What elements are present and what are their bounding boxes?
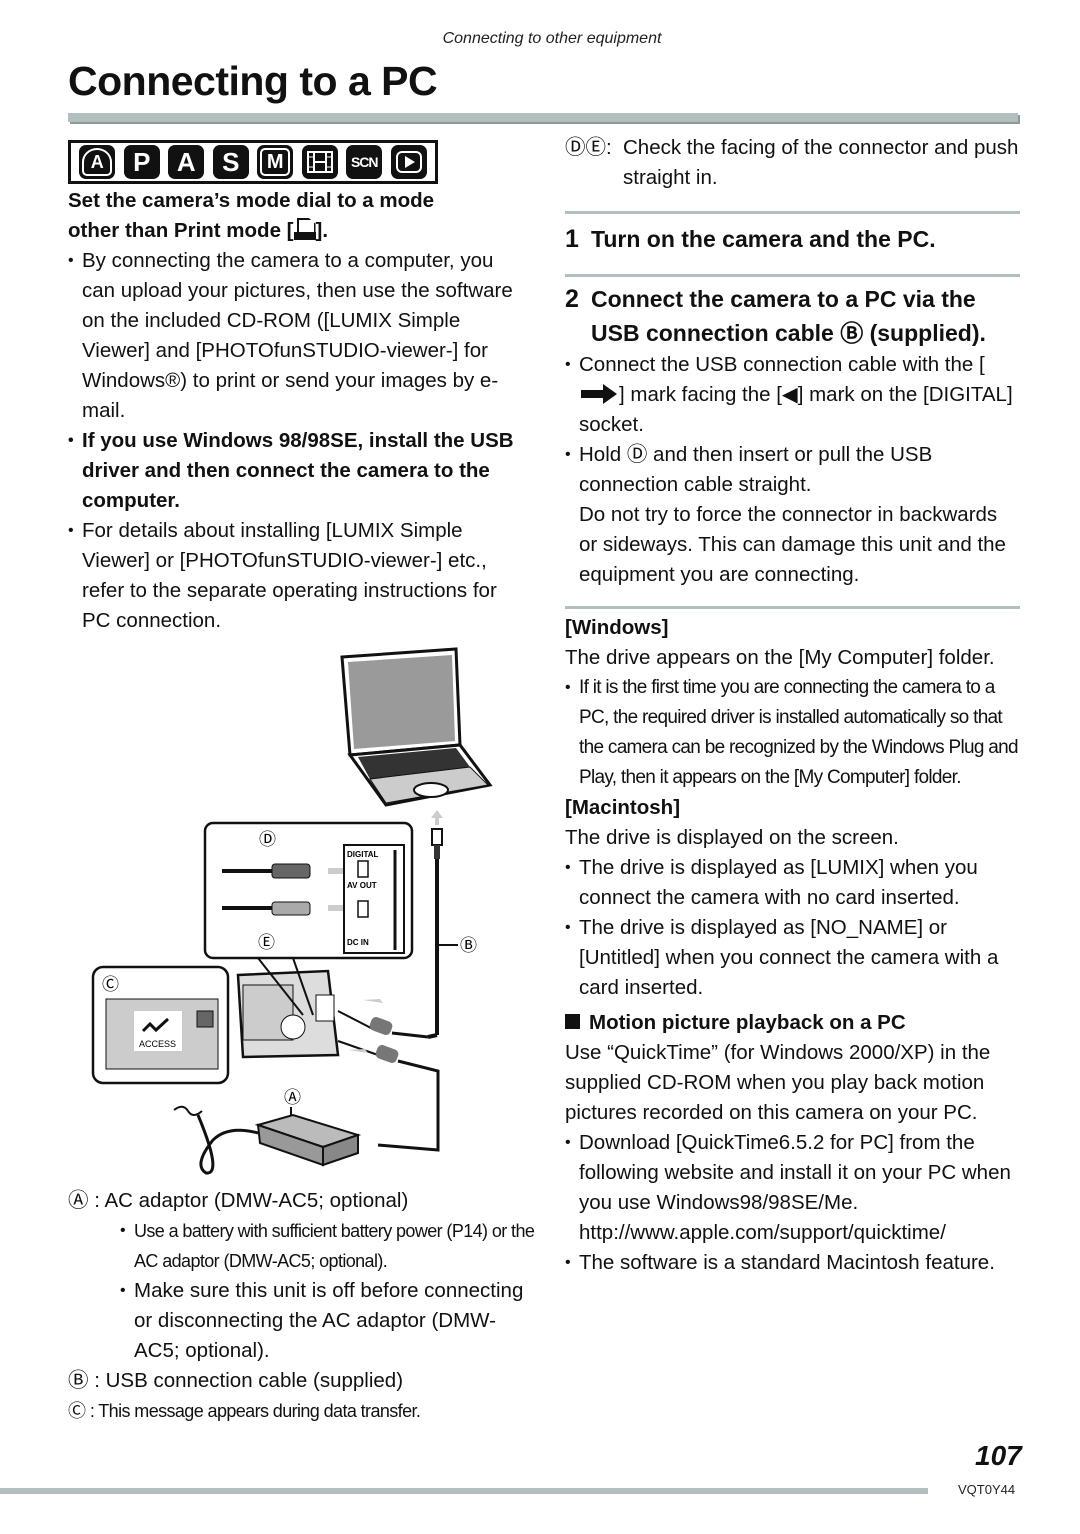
heading-line-2-pre: other than Print mode [ — [68, 219, 294, 242]
motion-text: Use “QuickTime” (for Windows 2000/XP) in… — [565, 1041, 991, 1124]
legend-label-c: Ⓒ — [68, 1401, 86, 1421]
quicktime-url: http://www.apple.com/support/quicktime/ — [579, 1221, 946, 1244]
program-mode-icon: P — [123, 145, 160, 179]
heading-line-1: Set the camera’s mode dial to a mode — [68, 189, 435, 212]
de-note: ⒹⒺ: Check the facing of the connector an… — [565, 133, 1020, 193]
print-mode-icon — [293, 218, 316, 240]
ac-power-symbol — [173, 1105, 203, 1116]
macintosh-text: The drive is displayed on the screen. — [565, 826, 899, 849]
laptop-illustration — [340, 647, 493, 807]
motion-picture-mode-icon — [301, 145, 338, 179]
legend-item-c: Ⓒ : This message appears during data tra… — [68, 1396, 538, 1426]
arrow-mark-icon — [581, 384, 617, 404]
socket-label-dc-in: DC IN — [347, 938, 369, 947]
left-column: Set the camera’s mode dial to a mode oth… — [68, 186, 528, 636]
document-code: VQT0Y44 — [958, 1482, 1016, 1497]
step-number: 1 — [565, 225, 579, 253]
intelligent-auto-mode-icon: A — [79, 145, 116, 179]
callout-b: Ⓑ — [460, 936, 477, 955]
manual-mode-icon: M — [257, 145, 294, 179]
right-column: ⒹⒺ: Check the facing of the connector an… — [565, 133, 1020, 1278]
list-item: Use a battery with sufficient battery po… — [120, 1216, 538, 1276]
bullet-text-pre: Connect the USB connection cable with th… — [579, 353, 985, 376]
running-head: Connecting to other equipment — [442, 30, 662, 47]
socket-label-av-out: AV OUT — [347, 881, 377, 890]
windows-text: The drive appears on the [My Computer] f… — [565, 646, 995, 669]
step-text: Turn on the camera and the PC. — [591, 226, 936, 252]
callout-c: Ⓒ — [102, 975, 119, 994]
list-item: Download [QuickTime6.5.2 for PC] from th… — [565, 1128, 1020, 1248]
socket-label-digital: DIGITAL — [347, 850, 379, 859]
page-number: 107 — [975, 1440, 1022, 1471]
heading-line-2: other than Print mode []. — [68, 216, 528, 246]
legend-text-a: : AC adaptor (DMW-AC5; optional) — [94, 1189, 409, 1212]
bullet-text: Hold Ⓓ and then insert or pull the USB c… — [579, 443, 933, 496]
bullet-text: Download [QuickTime6.5.2 for PC] from th… — [579, 1131, 1011, 1214]
step-1: 1 Turn on the camera and the PC. — [565, 222, 1020, 256]
step-number: 2 — [565, 285, 579, 313]
diagram-legend: Ⓐ : AC adaptor (DMW-AC5; optional) Use a… — [68, 1186, 538, 1426]
section-divider — [565, 606, 1020, 609]
legend-text-b: : USB connection cable (supplied) — [94, 1369, 404, 1392]
mode-dial-strip: A P A S M SCN — [68, 140, 438, 184]
windows-heading: [Windows] — [565, 616, 669, 639]
motion-picture-heading: Motion picture playback on a PC — [565, 1008, 1020, 1038]
list-item: Make sure this unit is off before connec… — [120, 1276, 538, 1366]
legend-label-b: Ⓑ — [68, 1369, 89, 1392]
playback-mode-icon — [390, 145, 427, 179]
mode-instruction-heading: Set the camera’s mode dial to a mode oth… — [68, 186, 528, 246]
legend-item-b: Ⓑ : USB connection cable (supplied) — [68, 1366, 538, 1396]
aperture-priority-mode-icon: A — [168, 145, 205, 179]
connection-diagram: Ⓑ Ⓓ Ⓔ DIGITAL AV OUT DC IN Ⓒ ACCESS Ⓐ — [91, 647, 493, 1175]
up-arrow-icon — [431, 810, 443, 825]
shutter-priority-mode-icon: S — [212, 145, 249, 179]
list-item: If you use Windows 98/98SE, install the … — [68, 426, 528, 516]
square-bullet-icon — [565, 1014, 580, 1029]
legend-text-c: : This message appears during data trans… — [89, 1401, 421, 1421]
legend-label-a: Ⓐ — [68, 1189, 89, 1212]
list-item: Hold Ⓓ and then insert or pull the USB c… — [565, 440, 1020, 590]
bullet-continuation: Do not try to force the connector in bac… — [579, 503, 1006, 586]
motion-heading-text: Motion picture playback on a PC — [589, 1011, 906, 1034]
macintosh-heading: [Macintosh] — [565, 796, 681, 819]
title-divider — [68, 113, 1018, 122]
de-label: ⒹⒺ: — [565, 136, 612, 159]
callout-a: Ⓐ — [284, 1088, 301, 1107]
section-divider — [565, 211, 1020, 214]
list-item: Connect the USB connection cable with th… — [565, 350, 1020, 440]
list-item: For details about installing [LUMIX Simp… — [68, 516, 528, 636]
de-text: Check the facing of the connector and pu… — [623, 136, 1019, 189]
heading-line-2-post: ]. — [315, 219, 329, 242]
step-text: Connect the camera to a PC via the USB c… — [591, 286, 986, 346]
list-item: The drive is displayed as [NO_NAME] or [… — [565, 913, 1020, 1003]
footer-bar — [0, 1488, 928, 1494]
access-message: ACCESS — [139, 1039, 176, 1049]
callout-e: Ⓔ — [258, 933, 275, 952]
page-title: Connecting to a PC — [68, 58, 438, 104]
legend-a-bullets: Use a battery with sufficient battery po… — [68, 1216, 538, 1366]
callout-d: Ⓓ — [259, 830, 276, 849]
scene-mode-icon: SCN — [346, 145, 383, 179]
list-item: The drive is displayed as [LUMIX] when y… — [565, 853, 1020, 913]
list-item: The software is a standard Macintosh fea… — [565, 1248, 1020, 1278]
list-item: If it is the first time you are connecti… — [565, 673, 1020, 793]
legend-item-a: Ⓐ : AC adaptor (DMW-AC5; optional) — [68, 1186, 538, 1216]
bullet-text-post: ] mark facing the [◀] mark on the [DIGIT… — [579, 383, 1013, 436]
list-item: By connecting the camera to a computer, … — [68, 246, 528, 426]
step-2: 2 Connect the camera to a PC via the USB… — [565, 282, 1020, 350]
section-divider — [565, 274, 1020, 277]
